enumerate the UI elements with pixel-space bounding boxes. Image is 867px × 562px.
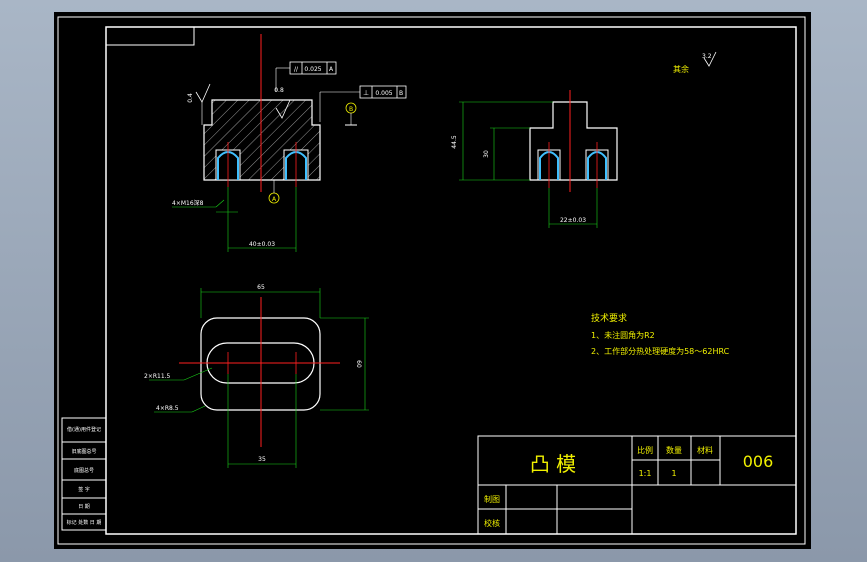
dim-60-label: 60 [355, 360, 362, 368]
side-footer: 标记 处数 日 期 [67, 519, 102, 526]
gdt-parallel-symbol: // [294, 66, 299, 73]
other-roughness-label: 其余 [673, 64, 689, 74]
dim-65-label: 65 [257, 284, 265, 291]
tech-item-2: 2、工作部分热处理硬度为58～62HRC [591, 346, 730, 356]
dim-40-label: 40±0.03 [249, 241, 275, 248]
side-view [459, 51, 717, 228]
datum-b-label: B [349, 106, 353, 113]
side-row-1: 借(通)用件登记 [67, 426, 101, 433]
top-view [149, 288, 369, 468]
part-name: 凸 模 [530, 452, 576, 476]
qty-label: 数量 [666, 445, 682, 455]
drawn-label: 制图 [484, 494, 500, 504]
corner-box [105, 26, 195, 46]
thread-label: 4×M16深8 [172, 199, 204, 207]
dim-22-label: 22±0.03 [560, 217, 586, 224]
qty-value: 1 [671, 469, 676, 478]
outer-border [57, 16, 806, 545]
gdt-perp-symbol: ⊥ [363, 89, 369, 97]
roughness-left-value: 0.4 [187, 93, 194, 103]
side-row-5: 日 期 [78, 504, 90, 510]
other-roughness-value: 3.2 [702, 53, 712, 60]
inner-border [105, 26, 797, 535]
side-body [529, 101, 618, 181]
side-row-3: 底图总号 [74, 467, 94, 474]
slot-radius-label: 2×R11.5 [144, 373, 171, 380]
checked-label: 校核 [484, 518, 500, 528]
datum-a-label: A [272, 196, 277, 203]
roughness-left-icon [195, 83, 211, 103]
tech-title: 技术要求 [591, 312, 627, 324]
dim-35-label: 35 [258, 456, 266, 463]
side-table [61, 417, 107, 531]
gdt-parallel-tol: 0.025 [304, 66, 321, 73]
gdt-perp-datum: B [399, 90, 403, 97]
tech-item-1: 1、未注圆角为R2 [591, 330, 655, 340]
gdt-parallel-datum: A [329, 66, 334, 73]
dim-30-label: 30 [483, 150, 490, 158]
scale-value: 1:1 [639, 469, 652, 478]
corner-radius-label: 4×R8.5 [156, 405, 179, 412]
drawing-number: 006 [743, 452, 774, 471]
front-view [172, 34, 407, 252]
cad-drawing: 借(通)用件登记 旧底图总号 底图总号 签 字 日 期 标记 处数 日 期 0.… [57, 16, 806, 545]
dim-44-label: 44.5 [451, 135, 458, 149]
drawing-canvas: 借(通)用件登记 旧底图总号 底图总号 签 字 日 期 标记 处数 日 期 0.… [54, 12, 811, 549]
side-row-2: 旧底图总号 [71, 448, 96, 455]
scale-label: 比例 [637, 445, 653, 455]
material-label: 材料 [697, 445, 713, 455]
side-row-4: 签 字 [78, 486, 90, 493]
gdt-perp-tol: 0.005 [375, 90, 392, 97]
roughness-top-value: 0.8 [274, 87, 284, 94]
